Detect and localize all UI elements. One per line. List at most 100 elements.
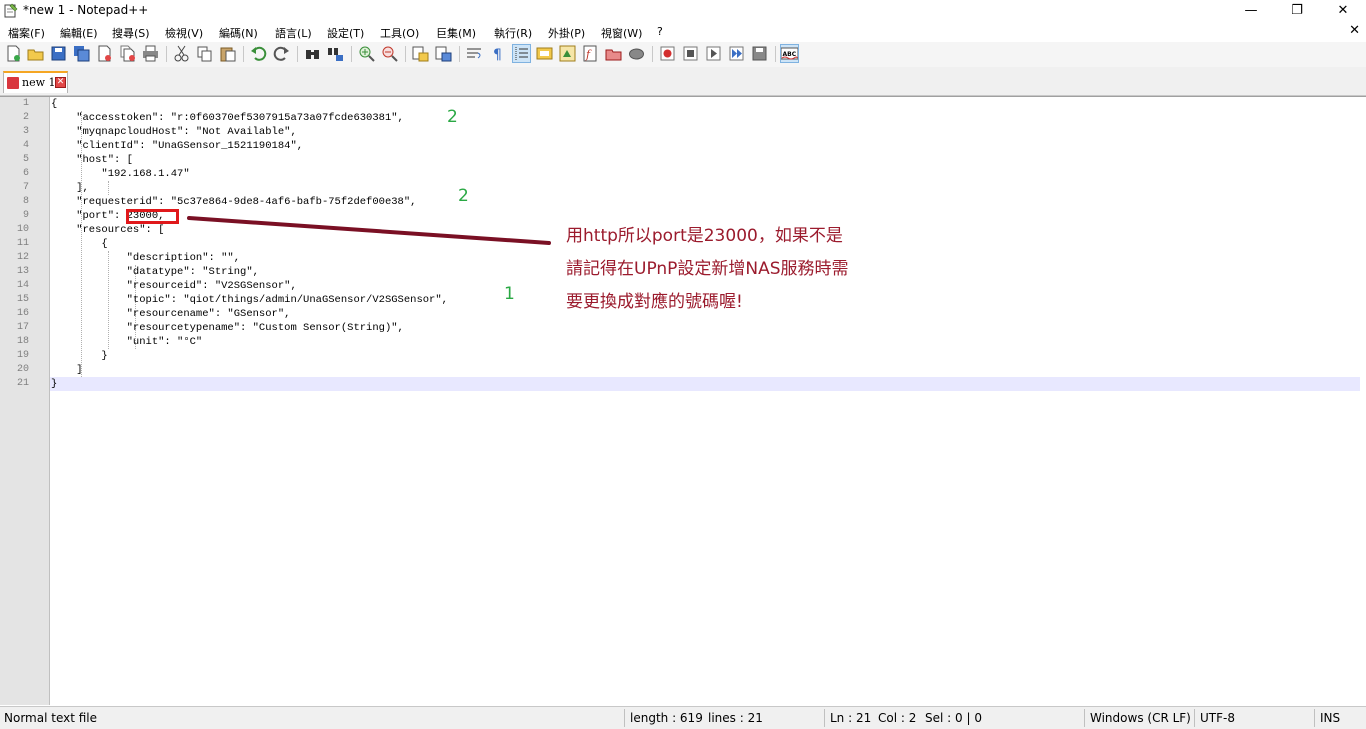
toolbar-separator	[405, 46, 406, 62]
status-insert-mode[interactable]: INS	[1320, 711, 1340, 725]
status-eol[interactable]: Windows (CR LF)	[1090, 711, 1191, 725]
status-length: length : 619	[630, 711, 703, 725]
tab-label: new 1	[22, 76, 56, 89]
function-list-icon[interactable]: f	[582, 45, 599, 62]
line-number: 7	[22, 182, 29, 193]
line-number: 9	[22, 210, 29, 221]
code-line: "resourcename": "GSensor",	[51, 308, 291, 320]
line-number: 2	[22, 112, 29, 123]
code-line: "topic": "qiot/things/admin/UnaGSensor/V…	[51, 294, 448, 306]
menu-tools[interactable]: 工具(O)	[380, 25, 419, 41]
menu-settings[interactable]: 設定(T)	[327, 25, 364, 41]
print-icon[interactable]	[142, 45, 159, 62]
word-wrap-icon[interactable]	[466, 45, 483, 62]
toolbar-separator	[459, 46, 460, 62]
menu-edit[interactable]: 編輯(E)	[60, 25, 98, 41]
tab-new-1[interactable]: new 1 ✕	[3, 71, 68, 93]
close-file-icon[interactable]	[96, 45, 113, 62]
new-file-icon[interactable]	[5, 45, 22, 62]
save-all-icon[interactable]	[73, 45, 90, 62]
line-number: 20	[16, 364, 29, 375]
show-all-characters-icon[interactable]: ¶	[489, 45, 506, 62]
open-file-icon[interactable]	[27, 45, 44, 62]
undo-icon[interactable]	[250, 45, 267, 62]
close-window-button[interactable]: ✕	[1320, 0, 1366, 22]
code-line: "clientId": "UnaGSensor_1521190184",	[51, 140, 304, 152]
toolbar: ¶ f ABC	[0, 42, 1366, 68]
cut-icon[interactable]	[173, 45, 190, 62]
status-bar: Normal text file length : 619 lines : 21…	[0, 706, 1366, 729]
toolbar-separator	[243, 46, 244, 62]
code-line: "host": [	[51, 154, 133, 166]
record-macro-icon[interactable]	[659, 45, 676, 62]
line-number: 10	[16, 224, 29, 235]
zoom-in-icon[interactable]	[358, 45, 375, 62]
copy-icon[interactable]	[196, 45, 213, 62]
redo-icon[interactable]	[273, 45, 290, 62]
menu-file[interactable]: 檔案(F)	[8, 25, 45, 41]
menu-search[interactable]: 搜尋(S)	[112, 25, 150, 41]
close-all-icon[interactable]	[119, 45, 136, 62]
toolbar-separator	[652, 46, 653, 62]
note-line: 用http所以port是23000，如果不是	[566, 226, 843, 246]
status-encoding[interactable]: UTF-8	[1200, 711, 1235, 725]
restore-button[interactable]: ❐	[1274, 0, 1320, 22]
editor-area[interactable]: 1 2 3 4 5 6 7 8 9 10 11 12 13 14 15 16 17 18 19 20 21 { "acc…	[0, 96, 1366, 705]
note-line: 要更換成對應的號碼喔!	[566, 292, 743, 312]
line-number-gutter: 1 2 3 4 5 6 7 8 9 10 11 12 13 14 15 16 17 18 19 20 21	[0, 97, 50, 705]
line-number: 3	[22, 126, 29, 137]
menu-encoding[interactable]: 編碼(N)	[219, 25, 258, 41]
monitoring-icon[interactable]	[628, 45, 645, 62]
close-document-button[interactable]: ✕	[1349, 23, 1360, 38]
sync-horizontal-icon[interactable]	[435, 45, 452, 62]
annotation-arrow	[187, 216, 551, 245]
indent-guide	[108, 181, 109, 195]
line-number: 1	[22, 98, 29, 109]
line-number: 15	[16, 294, 29, 305]
menu-view[interactable]: 檢視(V)	[165, 25, 203, 41]
menu-plugins[interactable]: 外掛(P)	[548, 25, 585, 41]
menu-help[interactable]: ?	[657, 25, 663, 38]
code-line: "resourceid": "V2SGSensor",	[51, 280, 297, 292]
spell-check-icon[interactable]: ABC	[780, 44, 799, 63]
annotation-mark: 2	[458, 186, 469, 206]
stop-macro-icon[interactable]	[682, 45, 699, 62]
find-icon[interactable]	[304, 45, 321, 62]
status-separator	[624, 709, 625, 727]
status-separator	[824, 709, 825, 727]
play-macro-icon[interactable]	[705, 45, 722, 62]
save-macro-icon[interactable]	[751, 45, 768, 62]
menu-run[interactable]: 執行(R)	[494, 25, 532, 41]
line-number: 8	[22, 196, 29, 207]
code-line: {	[51, 98, 58, 110]
document-map-icon[interactable]	[559, 45, 576, 62]
toolbar-separator	[166, 46, 167, 62]
menu-window[interactable]: 視窗(W)	[601, 25, 642, 41]
code-line: "resourcetypename": "Custom Sensor(Strin…	[51, 322, 404, 334]
toolbar-separator	[775, 46, 776, 62]
folder-as-workspace-icon[interactable]	[605, 45, 622, 62]
tab-close-icon[interactable]: ✕	[55, 77, 66, 88]
replace-icon[interactable]	[327, 45, 344, 62]
run-macro-multiple-icon[interactable]	[728, 45, 745, 62]
user-defined-language-icon[interactable]	[536, 45, 553, 62]
code-line: "accesstoken": "r:0f60370ef5307915a73a07…	[51, 112, 404, 124]
line-number: 21	[16, 378, 29, 389]
line-number: 12	[16, 252, 29, 263]
menu-macro[interactable]: 巨集(M)	[436, 25, 476, 41]
window-title: *new 1 - Notepad++	[23, 3, 149, 17]
code-line: "datatype": "String",	[51, 266, 259, 278]
title-bar: *new 1 - Notepad++ — ❐ ✕	[0, 0, 1366, 22]
zoom-out-icon[interactable]	[381, 45, 398, 62]
menu-language[interactable]: 語言(L)	[275, 25, 312, 41]
sync-vertical-icon[interactable]	[412, 45, 429, 62]
code-line: }	[51, 378, 58, 390]
paste-icon[interactable]	[219, 45, 236, 62]
code-line: "unit": "°C"	[51, 336, 203, 348]
minimize-button[interactable]: —	[1228, 0, 1274, 22]
indent-guide-icon[interactable]	[512, 44, 531, 63]
save-icon[interactable]	[50, 45, 67, 62]
line-number: 14	[16, 280, 29, 291]
notepad-app-icon	[4, 3, 18, 18]
code-line: }	[51, 350, 108, 362]
